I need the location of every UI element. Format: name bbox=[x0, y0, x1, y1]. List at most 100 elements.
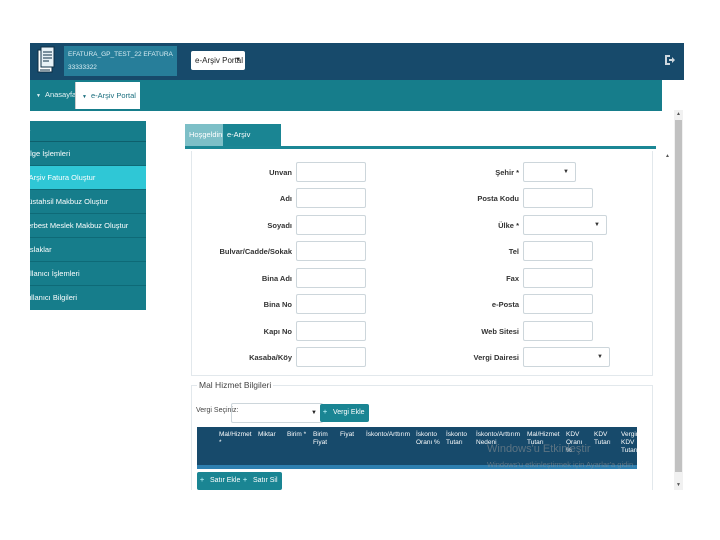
label-sehir: Şehir * bbox=[495, 168, 519, 177]
sidebar-item-kullanici-bilgileri[interactable]: Kullanıcı Bilgileri bbox=[30, 286, 146, 310]
sidebar-item-mustahsil-makbuz[interactable]: Müstahsil Makbuz Oluştur bbox=[30, 190, 146, 214]
satir-ekle-button[interactable]: + Satır Ekle bbox=[197, 472, 245, 490]
sidebar-item-e-arsiv-fatura-olustur[interactable]: e-Arşiv Fatura Oluştur bbox=[30, 166, 146, 190]
label-ulke: Ülke * bbox=[498, 221, 519, 230]
recipient-form: Unvan Adı Soyadı Bulvar/Cadde/Sokak Bina… bbox=[191, 151, 653, 376]
bina-no-input[interactable] bbox=[296, 294, 366, 314]
sidebar-item-label: Kullanıcı Bilgileri bbox=[30, 293, 78, 302]
bulvar-input[interactable] bbox=[296, 241, 366, 261]
logout-icon[interactable] bbox=[664, 54, 676, 66]
caret-down-icon: ▼ bbox=[82, 94, 87, 100]
tab-label: Hoşgeldiniz bbox=[189, 130, 228, 139]
label-unvan: Unvan bbox=[269, 168, 292, 177]
col-verginin-kdv-tutari: Verginin KDV Tutarı bbox=[621, 431, 645, 454]
ulke-select[interactable]: ▼ bbox=[523, 215, 607, 235]
tab-hosgeldiniz[interactable]: Hoşgeldiniz bbox=[185, 124, 228, 146]
label-bina-no: Bina No bbox=[263, 300, 292, 309]
kasaba-input[interactable] bbox=[296, 347, 366, 367]
app-window: EFATURA_GP_TEST_22 EFATURA_GP_TEST_22 33… bbox=[30, 43, 684, 490]
sidebar-item-kullanici-islemleri[interactable]: ▼Kullanıcı İşlemleri bbox=[30, 262, 146, 286]
nav-home-label: Anasayfa bbox=[44, 90, 77, 99]
breadcrumb-bar: ▼ Anasayfa ▼ e-Arşiv Portal bbox=[30, 80, 662, 111]
unvan-input[interactable] bbox=[296, 162, 366, 182]
scroll-up-icon[interactable]: ▲ bbox=[676, 111, 681, 117]
adi-input[interactable] bbox=[296, 188, 366, 208]
sidebar-item-label: Serbest Meslek Makbuz Oluştur bbox=[30, 221, 129, 230]
sidebar-item-label: e-Arşiv Fatura Oluştur bbox=[30, 173, 96, 182]
kapi-no-input[interactable] bbox=[296, 321, 366, 341]
button-label: Satır Ekle bbox=[210, 477, 241, 484]
vergi-ekle-button[interactable]: + Vergi Ekle bbox=[320, 404, 369, 422]
caret-down-icon: ▼ bbox=[594, 222, 600, 228]
caret-down-icon: ▼ bbox=[563, 169, 569, 175]
caret-down-icon: ▼ bbox=[311, 410, 317, 416]
caret-down-icon: ▼ bbox=[597, 354, 603, 360]
soyadi-input[interactable] bbox=[296, 215, 366, 235]
col-iskonto-tutari: İskonto Tutarı bbox=[446, 431, 467, 446]
label-posta-kodu: Posta Kodu bbox=[477, 194, 519, 203]
bina-adi-input[interactable] bbox=[296, 268, 366, 288]
nav-portal-label: e-Arşiv Portal bbox=[90, 91, 136, 100]
minus-icon: + bbox=[243, 477, 248, 484]
col-birim-fiyat: Birim Fiyat bbox=[313, 431, 328, 446]
col-mal-hizmet: Mal/Hizmet * bbox=[219, 431, 252, 446]
page-scrollbar[interactable]: ▲ ▼ bbox=[674, 110, 683, 490]
tab-e-arsiv-fatura[interactable]: e-Arşiv Fatura× bbox=[223, 124, 281, 161]
sidebar-item-belge-islemleri[interactable]: ▼Belge İşlemleri bbox=[30, 142, 146, 166]
satir-sil-button[interactable]: + Satır Sil bbox=[240, 472, 282, 490]
nav-home[interactable]: ▼ Anasayfa bbox=[36, 90, 76, 99]
portal-select[interactable]: e-Arşiv Portal ▼ bbox=[191, 51, 245, 70]
label-vergi-dairesi: Vergi Dairesi bbox=[473, 353, 519, 362]
plus-icon: + bbox=[200, 477, 205, 484]
col-birim: Birim * bbox=[287, 431, 307, 438]
label-kasaba: Kasaba/Köy bbox=[249, 353, 292, 362]
sidebar-item-label: Kullanıcı İşlemleri bbox=[30, 269, 80, 278]
plus-icon: + bbox=[323, 409, 328, 416]
web-sitesi-input[interactable] bbox=[523, 321, 593, 341]
goods-services-panel: Mal Hizmet Bilgileri Vergi Seçiniz: ▼ + V… bbox=[191, 380, 653, 490]
label-fax: Fax bbox=[506, 274, 519, 283]
sidebar-item-label: Belge İşlemleri bbox=[30, 149, 71, 158]
posta-kodu-input[interactable] bbox=[523, 188, 593, 208]
label-e-posta: e-Posta bbox=[491, 300, 519, 309]
windows-activation-text: Windows'u etkinleştirmek için Ayarlar'a … bbox=[487, 460, 636, 469]
caret-down-icon: ▼ bbox=[235, 57, 241, 63]
nav-portal[interactable]: ▼ e-Arşiv Portal bbox=[75, 82, 140, 109]
scroll-up-icon[interactable]: ▲ bbox=[665, 153, 670, 159]
label-adi: Adı bbox=[279, 194, 292, 203]
button-label: Vergi Ekle bbox=[333, 409, 365, 416]
scroll-thumb[interactable] bbox=[675, 120, 682, 472]
company-name: EFATURA_GP_TEST_22 EFATURA_GP_TEST_22 bbox=[68, 51, 173, 58]
tab-strip: Hoşgeldiniz e-Arşiv Fatura× bbox=[185, 124, 656, 161]
scroll-down-icon[interactable]: ▼ bbox=[676, 482, 681, 488]
label-bulvar: Bulvar/Cadde/Sokak bbox=[219, 247, 292, 256]
section-title: Mal Hizmet Bilgileri bbox=[197, 380, 274, 390]
company-tax-number: 33333322 bbox=[68, 64, 97, 71]
fax-input[interactable] bbox=[523, 268, 593, 288]
caret-down-icon: ▼ bbox=[36, 93, 41, 99]
sidebar: İşlemler ▼Belge İşlemleri e-Arşiv Fatura… bbox=[30, 121, 146, 310]
label-tel: Tel bbox=[508, 247, 519, 256]
sidebar-item-taslaklar[interactable]: Taslaklar bbox=[30, 238, 146, 262]
sehir-select[interactable]: ▼ bbox=[523, 162, 576, 182]
sidebar-item-serbest-meslek-makbuz[interactable]: Serbest Meslek Makbuz Oluştur bbox=[30, 214, 146, 238]
col-kdv-tutari: KDV Tutarı bbox=[594, 431, 611, 446]
e-posta-input[interactable] bbox=[523, 294, 593, 314]
col-fiyat: Fiyat bbox=[340, 431, 355, 438]
company-info: EFATURA_GP_TEST_22 EFATURA_GP_TEST_22 33… bbox=[64, 46, 177, 76]
tel-input[interactable] bbox=[523, 241, 593, 261]
vergi-select[interactable]: ▼ bbox=[231, 403, 323, 423]
col-iskonto-orani: İskonto Oranı % bbox=[416, 431, 440, 446]
sidebar-item-label: Taslaklar bbox=[30, 245, 52, 254]
sidebar-item-label: Müstahsil Makbuz Oluştur bbox=[30, 197, 109, 206]
document-logo-icon bbox=[37, 46, 55, 73]
label-kapi-no: Kapı No bbox=[263, 327, 292, 336]
button-label: Satır Sil bbox=[253, 477, 278, 484]
label-bina-adi: Bina Adı bbox=[261, 274, 292, 283]
vergi-dairesi-select[interactable]: ▼ bbox=[523, 347, 610, 367]
col-miktar: Miktar bbox=[258, 431, 276, 438]
windows-activation-title: Windows'u Etkinleştir bbox=[487, 443, 591, 455]
col-iskonto-arttirim: İskonto/Arttırım bbox=[366, 431, 411, 438]
top-header: EFATURA_GP_TEST_22 EFATURA_GP_TEST_22 33… bbox=[30, 43, 684, 80]
label-web-sitesi: Web Sitesi bbox=[481, 327, 519, 336]
